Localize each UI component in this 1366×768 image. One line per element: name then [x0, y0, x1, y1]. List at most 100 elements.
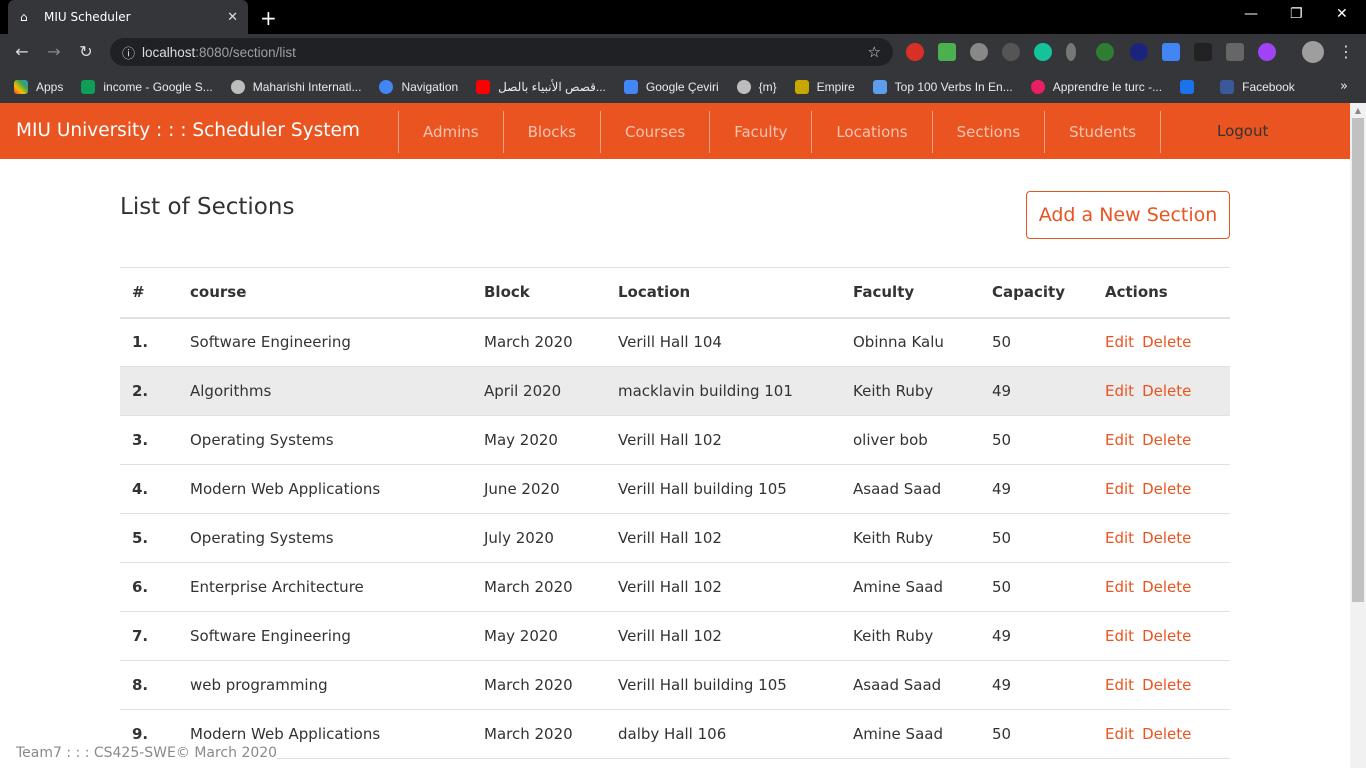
course-cell: Operating Systems [178, 415, 472, 465]
apps-icon [14, 79, 28, 94]
extension-icon[interactable] [906, 43, 924, 61]
bookmark-item[interactable]: Apprendre le turc -... [1030, 79, 1162, 94]
nav-sections[interactable]: Sections [931, 111, 1045, 153]
delete-link[interactable]: Delete [1142, 676, 1191, 694]
table-row: 4. Modern Web Applications June 2020 Ver… [120, 464, 1230, 514]
edit-link[interactable]: Edit [1105, 725, 1134, 743]
delete-link[interactable]: Delete [1142, 578, 1191, 596]
brand-title[interactable]: MIU University : : : Scheduler System [16, 103, 360, 159]
edit-link[interactable]: Edit [1105, 578, 1134, 596]
avatar[interactable] [1302, 41, 1324, 63]
bookmark-star-icon[interactable]: ☆ [868, 43, 881, 61]
table-row: 1. Software Engineering March 2020 Veril… [120, 317, 1230, 367]
actions-cell: Edit Delete [1093, 317, 1230, 367]
bookmark-item[interactable]: قصص الأنبياء بالصل... [476, 79, 606, 94]
browser-toolbar: ← → ↻ ⓘ localhost:8080/section/list ☆ ⋮ [0, 34, 1366, 70]
address-bar[interactable]: ⓘ localhost:8080/section/list ☆ [110, 38, 893, 66]
block-cell: May 2020 [472, 611, 606, 661]
reload-icon[interactable]: ↻ [74, 40, 98, 64]
close-icon[interactable]: ✕ [227, 10, 238, 25]
browser-tab[interactable]: ⌂ MIU Scheduler ✕ [8, 0, 248, 34]
nav-locations[interactable]: Locations [811, 111, 931, 153]
block-cell: March 2020 [472, 709, 606, 759]
sheets-icon [81, 79, 96, 94]
edit-link[interactable]: Edit [1105, 529, 1134, 547]
scroll-up-icon[interactable]: ▲ [1350, 103, 1366, 118]
extension-icon[interactable] [1258, 43, 1276, 61]
faculty-cell: Keith Ruby [841, 611, 980, 661]
globe-icon [736, 79, 751, 94]
back-icon[interactable]: ← [10, 40, 34, 64]
chevron-right-icon[interactable]: » [1340, 79, 1348, 94]
edit-link[interactable]: Edit [1105, 676, 1134, 694]
block-cell: July 2020 [472, 513, 606, 563]
bookmark-item[interactable]: Maharishi Internati... [230, 79, 361, 94]
delete-link[interactable]: Delete [1142, 480, 1191, 498]
table-row: 9. Modern Web Applications March 2020 da… [120, 709, 1230, 759]
edit-link[interactable]: Edit [1105, 480, 1134, 498]
app-navbar: MIU University : : : Scheduler System Ad… [0, 103, 1350, 159]
edit-link[interactable]: Edit [1105, 382, 1134, 400]
actions-cell: Edit Delete [1093, 611, 1230, 661]
bookmark-item[interactable]: Google Çeviri [623, 79, 719, 94]
nav-faculty[interactable]: Faculty [709, 111, 811, 153]
nav-students[interactable]: Students [1044, 111, 1162, 153]
delete-link[interactable]: Delete [1142, 382, 1191, 400]
edit-link[interactable]: Edit [1105, 627, 1134, 645]
window-close-icon[interactable]: ✕ [1336, 6, 1348, 22]
add-section-button[interactable]: Add a New Section [1026, 191, 1230, 239]
nav-admins[interactable]: Admins [398, 111, 503, 153]
delete-link[interactable]: Delete [1142, 431, 1191, 449]
globe-icon [230, 79, 245, 94]
table-row: 5. Operating Systems July 2020 Verill Ha… [120, 513, 1230, 563]
extension-icon[interactable] [938, 43, 956, 61]
restore-icon[interactable]: ❐ [1290, 6, 1303, 22]
delete-link[interactable]: Delete [1142, 627, 1191, 645]
extension-icon[interactable] [1034, 43, 1052, 61]
bookmark-item[interactable]: {m} [736, 79, 777, 94]
row-number: 3. [120, 415, 178, 465]
new-tab-icon[interactable]: + [260, 6, 277, 30]
delete-link[interactable]: Delete [1142, 725, 1191, 743]
extension-icon[interactable] [1226, 43, 1244, 61]
page-title: List of Sections [120, 194, 295, 220]
bookmark-apps[interactable]: Apps [14, 79, 63, 94]
extension-icon[interactable] [1194, 43, 1212, 61]
forward-icon[interactable]: → [42, 40, 66, 64]
edit-link[interactable]: Edit [1105, 333, 1134, 351]
info-icon[interactable]: ⓘ [122, 43, 142, 62]
capacity-cell: 49 [980, 366, 1093, 416]
minimize-icon[interactable]: — [1244, 6, 1258, 22]
row-number: 8. [120, 660, 178, 710]
bookmark-item[interactable]: income - Google S... [81, 79, 213, 94]
menu-icon[interactable]: ⋮ [1334, 40, 1358, 64]
scrollbar-thumb[interactable] [1352, 118, 1364, 602]
bookmark-item[interactable]: Facebook [1220, 79, 1295, 94]
extension-icon[interactable] [970, 43, 988, 61]
delete-link[interactable]: Delete [1142, 333, 1191, 351]
column-header: Faculty [841, 267, 980, 319]
course-cell: Operating Systems [178, 513, 472, 563]
extension-icon[interactable] [1066, 43, 1076, 61]
block-cell: June 2020 [472, 464, 606, 514]
edit-link[interactable]: Edit [1105, 431, 1134, 449]
logout-link[interactable]: Logout [1217, 103, 1268, 159]
row-number: 2. [120, 366, 178, 416]
bookmark-item[interactable]: Top 100 Verbs In En... [872, 79, 1013, 94]
delete-link[interactable]: Delete [1142, 529, 1191, 547]
extension-icon[interactable] [1002, 43, 1020, 61]
extension-icon[interactable] [1130, 43, 1148, 61]
capacity-cell: 50 [980, 562, 1093, 612]
nav-blocks[interactable]: Blocks [502, 111, 600, 153]
nav-courses[interactable]: Courses [600, 111, 709, 153]
extension-icon[interactable] [1096, 43, 1114, 61]
row-number: 6. [120, 562, 178, 612]
table-row: 7. Software Engineering May 2020 Verill … [120, 611, 1230, 661]
extension-icon[interactable] [1162, 43, 1180, 61]
site-icon [1030, 79, 1045, 94]
bookmark-item[interactable] [1180, 79, 1202, 94]
bookmark-item[interactable]: Navigation [379, 79, 458, 94]
facebook-icon [1220, 79, 1235, 94]
bookmark-item[interactable]: Empire [794, 79, 855, 94]
block-cell: March 2020 [472, 562, 606, 612]
